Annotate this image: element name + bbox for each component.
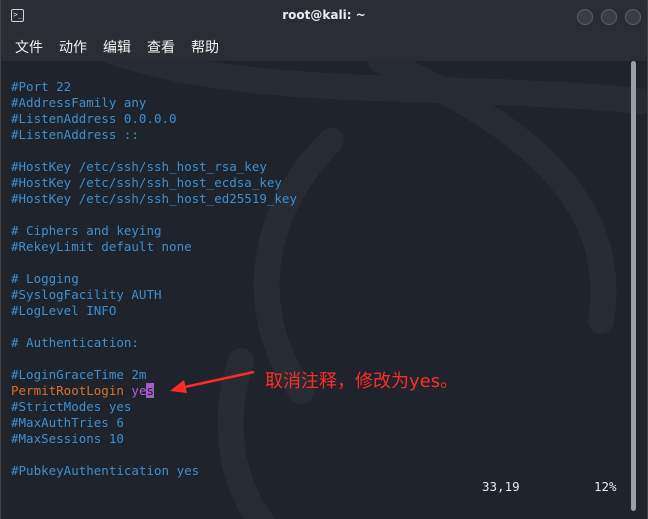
code-line: #HostKey /etc/ssh/ssh_host_ecdsa_key <box>11 175 282 190</box>
terminal-content[interactable]: #Port 22 #AddressFamily any #ListenAddre… <box>1 61 647 519</box>
close-button[interactable] <box>625 9 641 25</box>
code-line: #HostKey /etc/ssh/ssh_host_ed25519_key <box>11 191 297 206</box>
cursor-position: 33,19 <box>482 479 520 494</box>
code-line: #AddressFamily any <box>11 95 147 110</box>
code-line: # Authentication: <box>11 335 139 350</box>
menu-actions[interactable]: 动作 <box>59 37 87 57</box>
minimize-button[interactable] <box>577 9 593 25</box>
code-line: #MaxAuthTries 6 <box>11 415 124 430</box>
code-line: #LoginGraceTime 2m <box>11 367 147 382</box>
code-line: #LogLevel INFO <box>11 303 117 318</box>
annotation-arrow-icon <box>170 370 255 393</box>
text-cursor: s <box>146 383 155 398</box>
code-line: #PubkeyAuthentication yes <box>11 463 200 478</box>
menu-edit[interactable]: 编辑 <box>103 37 131 57</box>
code-line: #ListenAddress 0.0.0.0 <box>11 111 177 126</box>
annotation-text: 取消注释，修改为yes。 <box>265 371 459 392</box>
setting-value: ye <box>131 383 147 398</box>
title-bar[interactable]: >_ root@kali: ~ <box>1 0 647 34</box>
code-line: #HostKey /etc/ssh/ssh_host_rsa_key <box>11 159 267 174</box>
menu-file[interactable]: 文件 <box>15 37 43 57</box>
menu-view[interactable]: 查看 <box>147 37 175 57</box>
menu-help[interactable]: 帮助 <box>191 37 219 57</box>
code-line: #SyslogFacility AUTH <box>11 287 162 302</box>
menu-bar: 文件 动作 编辑 查看 帮助 <box>1 33 647 61</box>
code-line: #MaxSessions 10 <box>11 431 124 446</box>
code-line: #RekeyLimit default none <box>11 239 192 254</box>
code-line: #ListenAddress :: <box>11 127 139 142</box>
code-line: # Ciphers and keying <box>11 223 162 238</box>
code-line: #Port 22 <box>11 79 72 94</box>
scroll-percent: 12% <box>594 479 617 494</box>
maximize-button[interactable] <box>601 9 617 25</box>
code-line: # Logging <box>11 271 79 286</box>
terminal-window: >_ root@kali: ~ 文件 动作 编辑 查看 帮助 #Port 22 … <box>0 0 648 519</box>
scrollbar[interactable] <box>631 61 636 511</box>
window-title: root@kali: ~ <box>282 8 366 22</box>
code-line: #StrictModes yes <box>11 399 132 414</box>
permit-root-login-line[interactable]: PermitRootLogin yes <box>11 383 155 399</box>
setting-key: PermitRootLogin <box>11 383 124 398</box>
